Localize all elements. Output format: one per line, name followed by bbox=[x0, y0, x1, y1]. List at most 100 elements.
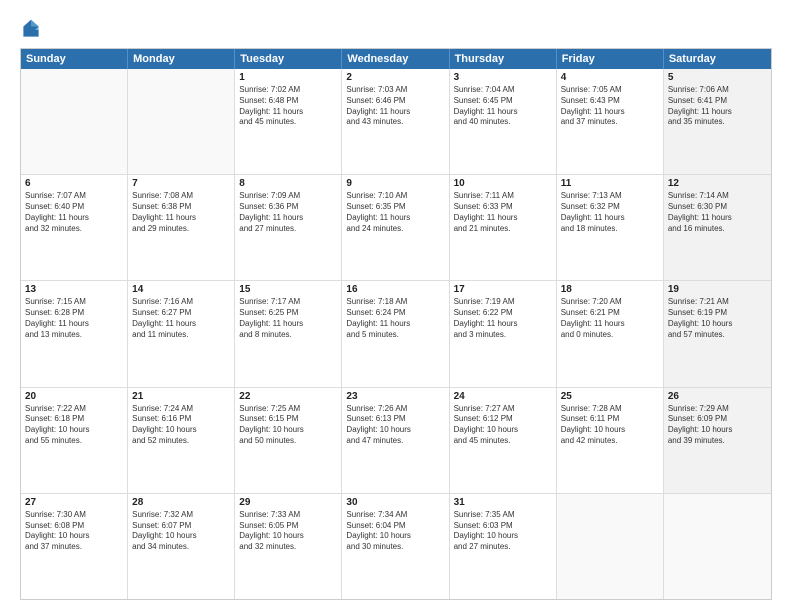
calendar-cell: 12Sunrise: 7:14 AMSunset: 6:30 PMDayligh… bbox=[664, 175, 771, 280]
cell-text-line: and 27 minutes. bbox=[454, 542, 552, 553]
cell-text-line: Sunset: 6:35 PM bbox=[346, 202, 444, 213]
calendar-cell: 22Sunrise: 7:25 AMSunset: 6:15 PMDayligh… bbox=[235, 388, 342, 493]
cell-text-line: Sunrise: 7:32 AM bbox=[132, 510, 230, 521]
calendar-cell bbox=[664, 494, 771, 599]
cell-text-line: Sunset: 6:40 PM bbox=[25, 202, 123, 213]
cell-text-line: Sunrise: 7:20 AM bbox=[561, 297, 659, 308]
calendar-row: 20Sunrise: 7:22 AMSunset: 6:18 PMDayligh… bbox=[21, 388, 771, 494]
cell-text-line: Sunrise: 7:27 AM bbox=[454, 404, 552, 415]
day-number: 1 bbox=[239, 72, 337, 83]
cell-text-line: and 30 minutes. bbox=[346, 542, 444, 553]
cell-text-line: Daylight: 10 hours bbox=[454, 425, 552, 436]
day-number: 25 bbox=[561, 391, 659, 402]
cell-text-line: Sunset: 6:27 PM bbox=[132, 308, 230, 319]
calendar-cell: 11Sunrise: 7:13 AMSunset: 6:32 PMDayligh… bbox=[557, 175, 664, 280]
cell-text-line: Daylight: 10 hours bbox=[668, 319, 767, 330]
cell-text-line: Daylight: 11 hours bbox=[561, 213, 659, 224]
cell-text-line: Sunset: 6:24 PM bbox=[346, 308, 444, 319]
cell-text-line: and 43 minutes. bbox=[346, 117, 444, 128]
cell-text-line: and 55 minutes. bbox=[25, 436, 123, 447]
cell-text-line: Sunset: 6:48 PM bbox=[239, 96, 337, 107]
cell-text-line: Sunrise: 7:02 AM bbox=[239, 85, 337, 96]
calendar-cell: 24Sunrise: 7:27 AMSunset: 6:12 PMDayligh… bbox=[450, 388, 557, 493]
cell-text-line: Sunrise: 7:21 AM bbox=[668, 297, 767, 308]
cell-text-line: and 27 minutes. bbox=[239, 224, 337, 235]
cell-text-line: Sunset: 6:09 PM bbox=[668, 414, 767, 425]
logo-icon bbox=[20, 18, 42, 40]
calendar-cell bbox=[128, 69, 235, 174]
day-number: 3 bbox=[454, 72, 552, 83]
cell-text-line: and 16 minutes. bbox=[668, 224, 767, 235]
cell-text-line: Daylight: 11 hours bbox=[561, 319, 659, 330]
cell-text-line: Sunrise: 7:29 AM bbox=[668, 404, 767, 415]
cell-text-line: and 29 minutes. bbox=[132, 224, 230, 235]
calendar-cell: 28Sunrise: 7:32 AMSunset: 6:07 PMDayligh… bbox=[128, 494, 235, 599]
day-number: 30 bbox=[346, 497, 444, 508]
cell-text-line: Sunrise: 7:34 AM bbox=[346, 510, 444, 521]
weekday-header: Wednesday bbox=[342, 49, 449, 69]
cell-text-line: Daylight: 11 hours bbox=[25, 213, 123, 224]
cell-text-line: and 8 minutes. bbox=[239, 330, 337, 341]
calendar-cell: 21Sunrise: 7:24 AMSunset: 6:16 PMDayligh… bbox=[128, 388, 235, 493]
cell-text-line: Sunrise: 7:10 AM bbox=[346, 191, 444, 202]
cell-text-line: Sunset: 6:25 PM bbox=[239, 308, 337, 319]
cell-text-line: Sunrise: 7:06 AM bbox=[668, 85, 767, 96]
calendar-cell: 7Sunrise: 7:08 AMSunset: 6:38 PMDaylight… bbox=[128, 175, 235, 280]
cell-text-line: Daylight: 11 hours bbox=[454, 319, 552, 330]
cell-text-line: and 5 minutes. bbox=[346, 330, 444, 341]
day-number: 29 bbox=[239, 497, 337, 508]
cell-text-line: and 24 minutes. bbox=[346, 224, 444, 235]
cell-text-line: Daylight: 10 hours bbox=[132, 531, 230, 542]
calendar-row: 1 Sunrise: 7:02 AMSunset: 6:48 PM Daylight… bbox=[21, 69, 771, 175]
cell-text-line: and 42 minutes. bbox=[561, 436, 659, 447]
calendar-cell: 1Sunrise: 7:02 AMSunset: 6:48 PMDaylight… bbox=[235, 69, 342, 174]
cell-text-line: Daylight: 11 hours bbox=[25, 319, 123, 330]
cell-text-line: Sunrise: 7:07 AM bbox=[25, 191, 123, 202]
calendar-cell: 9Sunrise: 7:10 AMSunset: 6:35 PMDaylight… bbox=[342, 175, 449, 280]
day-number: 19 bbox=[668, 284, 767, 295]
cell-text-line: and 39 minutes. bbox=[668, 436, 767, 447]
cell-text-line: Daylight: 11 hours bbox=[561, 107, 659, 118]
cell-text-line: Daylight: 11 hours bbox=[132, 213, 230, 224]
cell-text-line: Sunrise: 7:22 AM bbox=[25, 404, 123, 415]
cell-text-line: Sunrise: 7:30 AM bbox=[25, 510, 123, 521]
calendar-cell: 29Sunrise: 7:33 AMSunset: 6:05 PMDayligh… bbox=[235, 494, 342, 599]
calendar-cell: 5Sunrise: 7:06 AMSunset: 6:41 PMDaylight… bbox=[664, 69, 771, 174]
cell-text-line: Sunset: 6:36 PM bbox=[239, 202, 337, 213]
cell-text-line: and 32 minutes. bbox=[25, 224, 123, 235]
cell-text-line: Sunrise: 7:13 AM bbox=[561, 191, 659, 202]
cell-text-line: Sunset: 6:04 PM bbox=[346, 521, 444, 532]
day-number: 22 bbox=[239, 391, 337, 402]
weekday-header: Tuesday bbox=[235, 49, 342, 69]
weekday-header: Thursday bbox=[450, 49, 557, 69]
cell-text-line: Sunrise: 7:18 AM bbox=[346, 297, 444, 308]
calendar-body: 1 Sunrise: 7:02 AMSunset: 6:48 PM Daylight… bbox=[21, 69, 771, 599]
cell-text-line: Daylight: 11 hours bbox=[454, 107, 552, 118]
cell-text-line: Sunrise: 7:35 AM bbox=[454, 510, 552, 521]
calendar-row: 13Sunrise: 7:15 AMSunset: 6:28 PMDayligh… bbox=[21, 281, 771, 387]
header bbox=[20, 18, 772, 40]
cell-text-line: Daylight: 10 hours bbox=[25, 425, 123, 436]
cell-text-line: and 37 minutes. bbox=[25, 542, 123, 553]
cell-text-line: Daylight: 11 hours bbox=[132, 319, 230, 330]
cell-text-line: Daylight: 10 hours bbox=[239, 425, 337, 436]
cell-text-line: Daylight: 11 hours bbox=[239, 213, 337, 224]
calendar-cell: 15Sunrise: 7:17 AMSunset: 6:25 PMDayligh… bbox=[235, 281, 342, 386]
cell-text-line: Sunset: 6:33 PM bbox=[454, 202, 552, 213]
day-number: 9 bbox=[346, 178, 444, 189]
cell-text-line: and 37 minutes. bbox=[561, 117, 659, 128]
calendar-cell: 16Sunrise: 7:18 AMSunset: 6:24 PMDayligh… bbox=[342, 281, 449, 386]
calendar-cell: 25Sunrise: 7:28 AMSunset: 6:11 PMDayligh… bbox=[557, 388, 664, 493]
cell-text-line: Sunrise: 7:04 AM bbox=[454, 85, 552, 96]
cell-text-line: Sunset: 6:38 PM bbox=[132, 202, 230, 213]
day-number: 2 bbox=[346, 72, 444, 83]
cell-text-line: Sunset: 6:15 PM bbox=[239, 414, 337, 425]
cell-text-line: Daylight: 11 hours bbox=[454, 213, 552, 224]
day-number: 10 bbox=[454, 178, 552, 189]
calendar-cell: 18Sunrise: 7:20 AMSunset: 6:21 PMDayligh… bbox=[557, 281, 664, 386]
calendar-cell bbox=[21, 69, 128, 174]
cell-text-line: Sunset: 6:41 PM bbox=[668, 96, 767, 107]
cell-text-line: and 0 minutes. bbox=[561, 330, 659, 341]
cell-text-line: and 18 minutes. bbox=[561, 224, 659, 235]
weekday-header: Saturday bbox=[664, 49, 771, 69]
